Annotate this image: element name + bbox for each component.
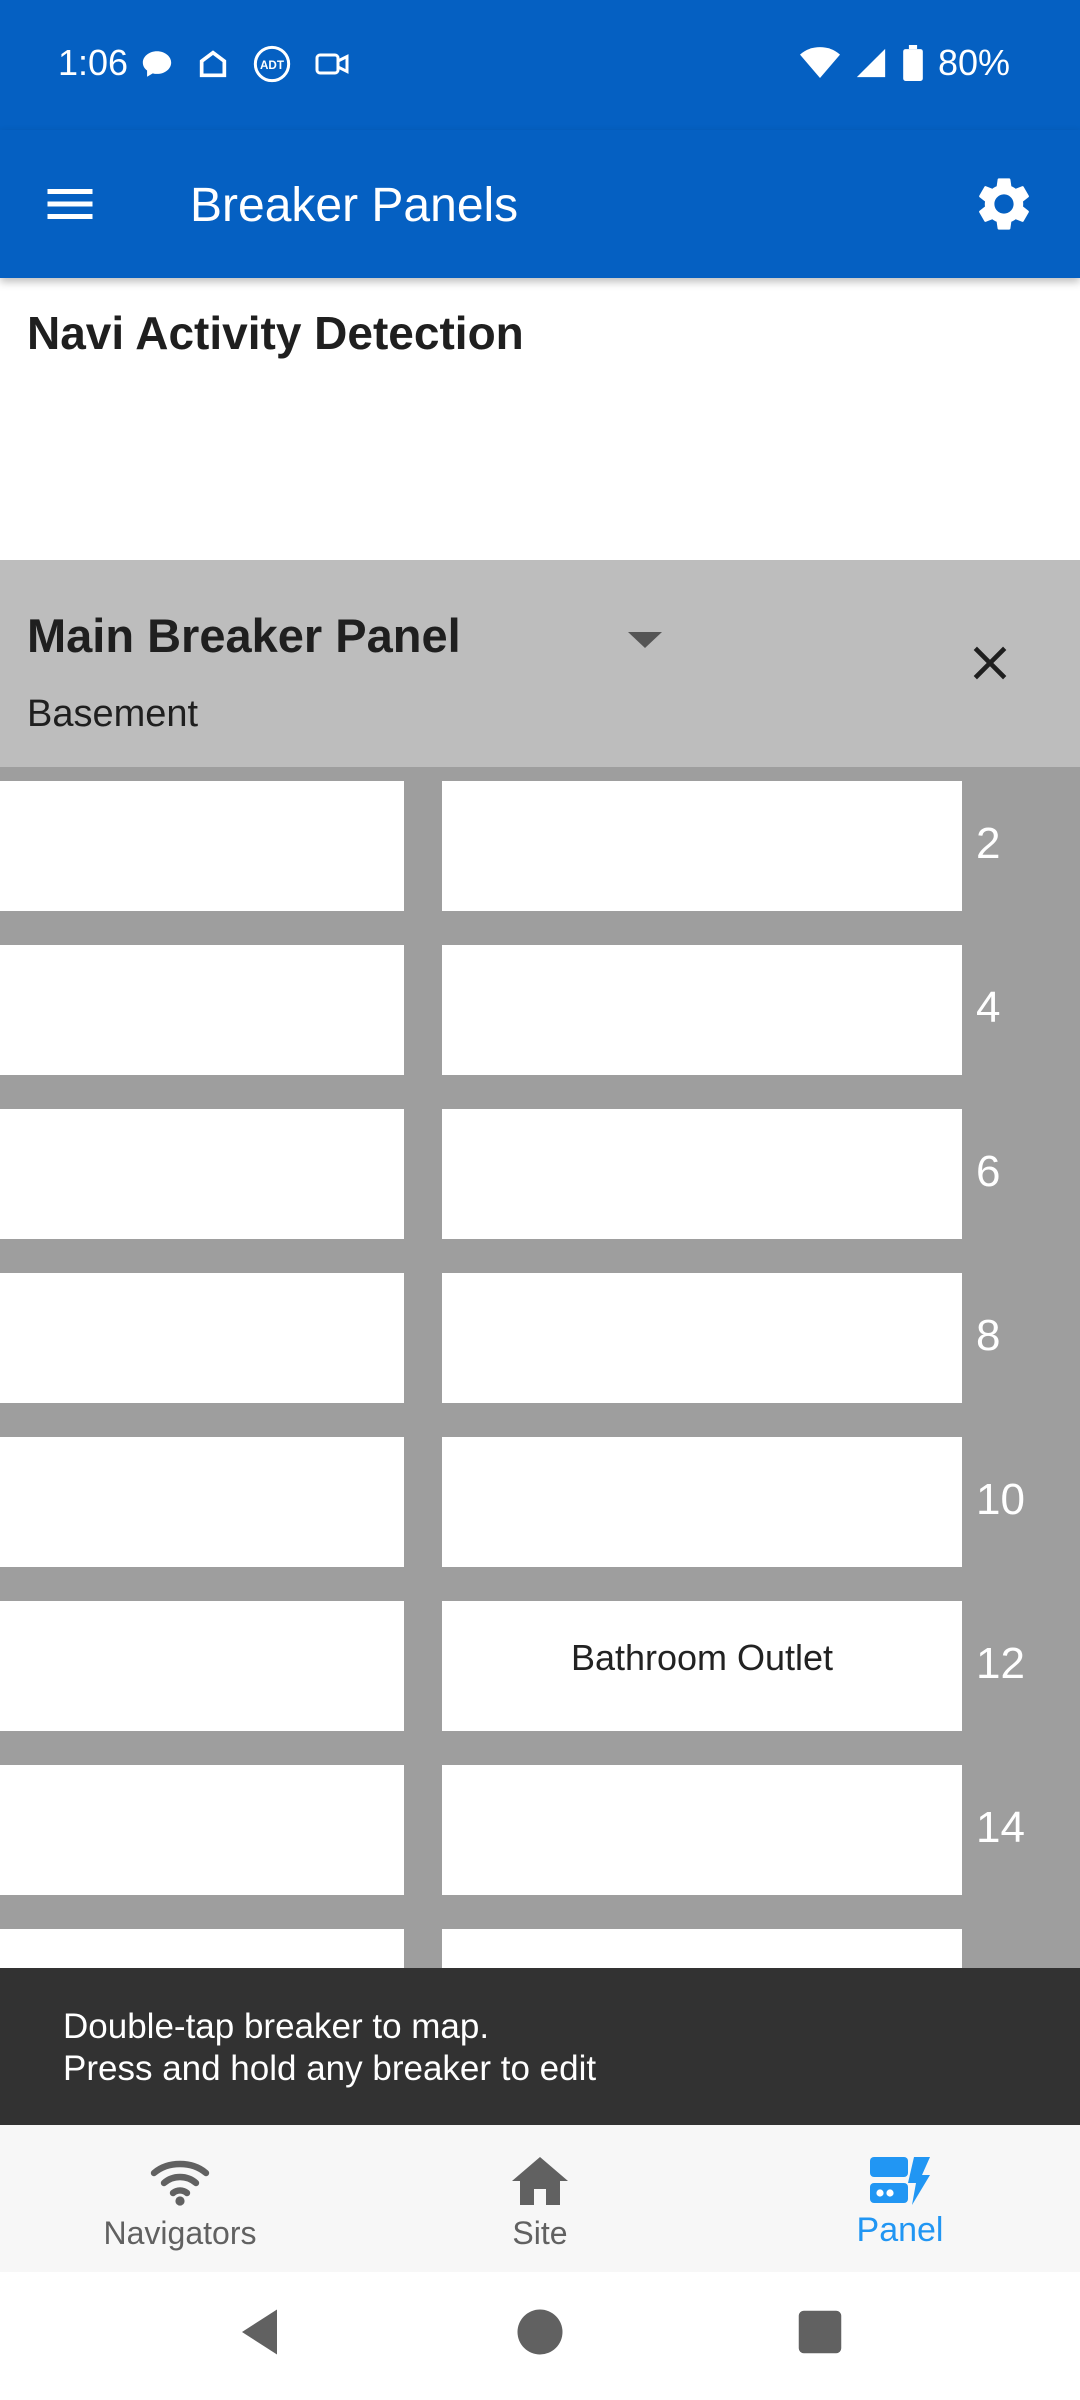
breaker-slot[interactable] <box>442 1109 962 1239</box>
breaker-slot[interactable] <box>0 1109 404 1239</box>
breaker-slot[interactable] <box>0 1929 404 1968</box>
breaker-number: 10 <box>976 1475 1025 1524</box>
page-heading: Navi Activity Detection <box>27 307 524 359</box>
chat-notification-icon <box>142 51 172 77</box>
breaker-number: 14 <box>976 1803 1025 1852</box>
breaker-slot[interactable] <box>0 945 404 1075</box>
breaker-slot[interactable] <box>442 781 962 911</box>
close-icon <box>973 646 1007 680</box>
snackbar-line-1: Double-tap breaker to map. <box>63 2007 490 2046</box>
system-navigation-bar <box>0 2272 1080 2400</box>
panel-location: Basement <box>27 693 199 735</box>
cell-signal-icon <box>856 48 886 78</box>
status-bar: 1:06 ADT 80% <box>0 0 1080 130</box>
breaker-slot[interactable] <box>0 1601 404 1731</box>
system-status-icons: 80% <box>799 42 1010 84</box>
battery-percent: 80% <box>937 42 1010 83</box>
notification-icons: ADT <box>140 44 350 84</box>
instruction-snackbar: Double-tap breaker to map. Press and hol… <box>0 1968 1080 2125</box>
settings-button[interactable] <box>972 172 1036 236</box>
home-icon <box>512 2157 568 2205</box>
panel-name[interactable]: Main Breaker Panel <box>27 608 461 663</box>
nav-panel[interactable]: Panel <box>720 2125 1080 2272</box>
recents-icon[interactable] <box>790 2302 850 2362</box>
breaker-slot[interactable] <box>0 1437 404 1567</box>
panel-icon <box>870 2157 930 2205</box>
breaker-number: 6 <box>976 1147 1001 1196</box>
close-panel-button[interactable] <box>962 635 1018 691</box>
breaker-slot[interactable] <box>0 1273 404 1403</box>
breaker-slot[interactable]: Bathroom Outlet <box>442 1601 962 1731</box>
breaker-slot[interactable] <box>0 781 404 911</box>
breaker-slot[interactable] <box>442 945 962 1075</box>
dropdown-arrow-icon <box>628 632 662 648</box>
battery-icon <box>903 45 923 81</box>
breaker-grid: 2 4 6 8 10 Bathroom Outlet 12 14 <box>0 767 1080 1968</box>
hamburger-menu-icon <box>47 189 93 219</box>
app-bar: Breaker Panels <box>0 130 1080 278</box>
breaker-slot[interactable] <box>442 1765 962 1895</box>
breaker-number: 8 <box>976 1311 1001 1360</box>
gear-icon <box>979 178 1029 230</box>
svg-text:ADT: ADT <box>260 59 284 72</box>
video-notification-icon <box>315 53 349 75</box>
panel-dropdown-button[interactable] <box>620 620 670 660</box>
nav-label: Site <box>512 2215 568 2251</box>
bottom-navigation: Navigators Site Panel <box>0 2125 1080 2272</box>
breaker-number: 2 <box>976 819 1001 868</box>
snackbar-line-2: Press and hold any breaker to edit <box>63 2049 597 2088</box>
breaker-slot[interactable] <box>442 1437 962 1567</box>
app-title: Breaker Panels <box>190 179 519 232</box>
nav-label: Panel <box>856 2211 944 2249</box>
status-time: 1:06 <box>58 42 129 83</box>
nav-site[interactable]: Site <box>360 2125 720 2272</box>
nav-label: Navigators <box>103 2215 257 2251</box>
breaker-slot[interactable] <box>442 1929 962 1968</box>
menu-button[interactable] <box>40 174 100 234</box>
breaker-number: 4 <box>976 983 1001 1032</box>
wifi-signal-icon <box>799 47 840 78</box>
adt-notification-icon: ADT <box>253 45 291 83</box>
back-icon[interactable] <box>232 2302 292 2362</box>
home-button-icon[interactable] <box>510 2302 570 2362</box>
wifi-icon <box>150 2160 210 2206</box>
breaker-number: 12 <box>976 1639 1025 1688</box>
breaker-slot[interactable] <box>442 1273 962 1403</box>
nav-navigators[interactable]: Navigators <box>0 2125 360 2272</box>
breaker-slot[interactable] <box>0 1765 404 1895</box>
home-notification-icon <box>199 50 227 78</box>
